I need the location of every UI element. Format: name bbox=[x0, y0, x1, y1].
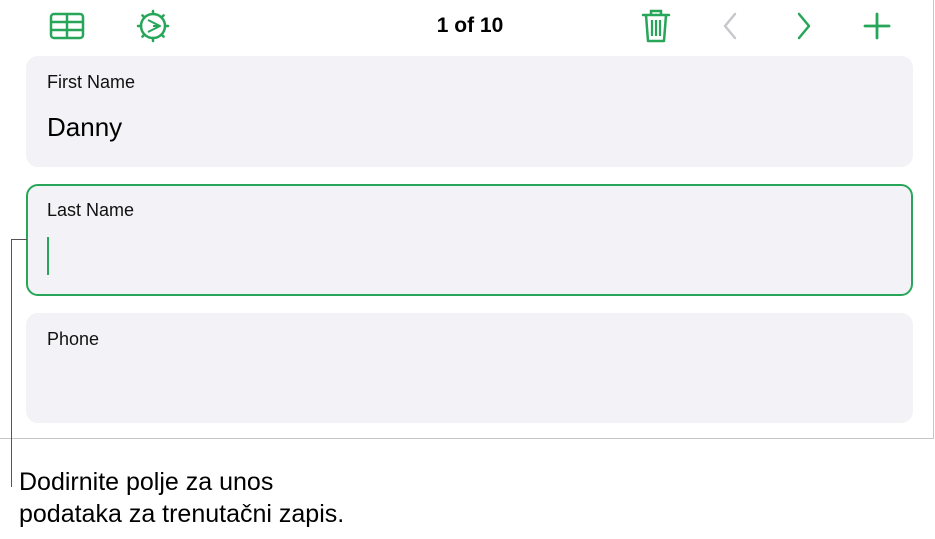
callout-leader-vertical bbox=[11, 239, 12, 487]
previous-record-button[interactable] bbox=[710, 8, 750, 44]
phone-field[interactable]: Phone bbox=[26, 313, 913, 423]
chevron-left-icon bbox=[723, 12, 737, 40]
next-record-button[interactable] bbox=[784, 8, 824, 44]
callout-text: Dodirnite polje za unos podataka za tren… bbox=[19, 466, 344, 530]
table-view-button[interactable] bbox=[47, 8, 87, 44]
toolbar: 1 of 10 bbox=[0, 0, 933, 52]
callout-leader-horizontal bbox=[11, 239, 27, 240]
form-settings-icon bbox=[136, 9, 170, 43]
callout-line-2: podataka za trenutačni zapis. bbox=[19, 500, 345, 528]
first-name-value[interactable]: Danny bbox=[47, 112, 122, 143]
first-name-label: First Name bbox=[47, 72, 136, 92]
form-screen: 1 of 10 First Name Danny Last Name Phone bbox=[0, 0, 934, 439]
add-record-button[interactable] bbox=[857, 8, 897, 44]
phone-label: Phone bbox=[47, 329, 100, 349]
trash-icon bbox=[641, 9, 671, 43]
delete-record-button[interactable] bbox=[636, 8, 676, 44]
table-icon bbox=[49, 12, 85, 40]
text-cursor bbox=[47, 237, 49, 275]
last-name-label: Last Name bbox=[47, 200, 135, 220]
last-name-field[interactable]: Last Name bbox=[26, 184, 913, 296]
chevron-right-icon bbox=[797, 12, 811, 40]
form-settings-button[interactable] bbox=[133, 8, 173, 44]
first-name-field[interactable]: First Name Danny bbox=[26, 56, 913, 167]
record-counter: 1 of 10 bbox=[436, 14, 504, 37]
plus-icon bbox=[863, 12, 891, 40]
callout-line-1: Dodirnite polje za unos bbox=[19, 468, 274, 496]
